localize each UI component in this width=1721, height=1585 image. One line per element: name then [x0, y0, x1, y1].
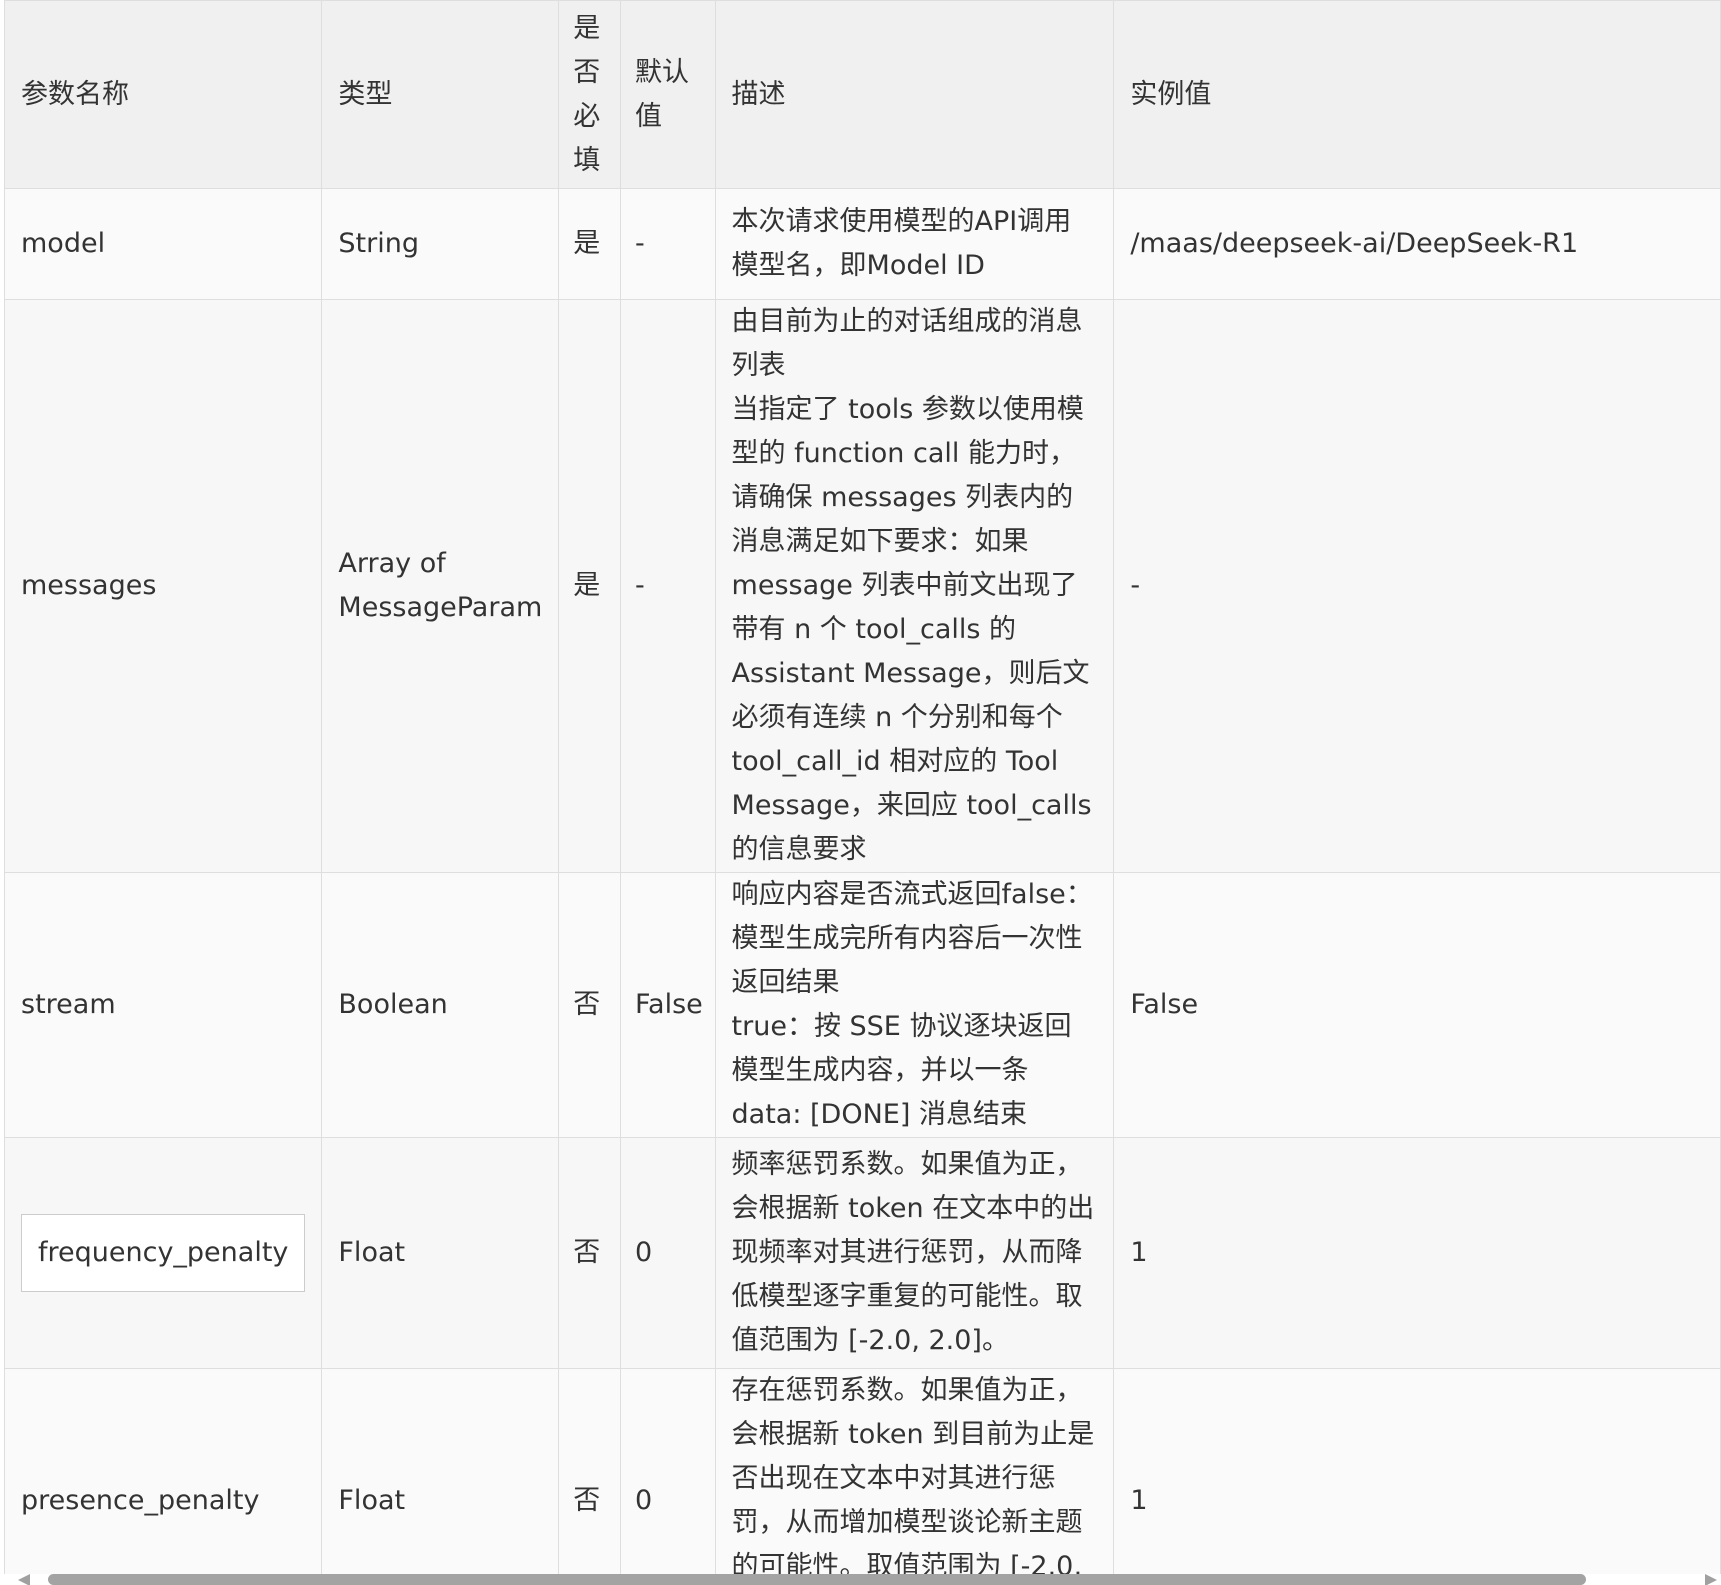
- cell-type: String: [321, 188, 560, 300]
- cell-description: 响应内容是否流式返回false：模型生成完所有内容后一次性返回结果 true：按…: [714, 872, 1115, 1138]
- header-required: 是否必填: [558, 0, 621, 189]
- table-row: model String 是 - 本次请求使用模型的API调用模型名，即Mode…: [3, 188, 1721, 300]
- param-name-chip: frequency_penalty: [21, 1214, 306, 1292]
- header-param-name: 参数名称: [3, 0, 323, 189]
- cell-param-name: messages: [3, 299, 323, 873]
- cell-example: /maas/deepseek-ai/DeepSeek-R1: [1113, 188, 1721, 300]
- header-type: 类型: [321, 0, 560, 189]
- cell-example: -: [1113, 299, 1721, 873]
- cell-param-name: frequency_penalty: [3, 1137, 323, 1369]
- cell-type: Float: [321, 1137, 560, 1369]
- scrollbar-thumb[interactable]: [48, 1574, 1586, 1585]
- header-description: 描述: [714, 0, 1115, 189]
- table-row: frequency_penalty Float 否 0 频率惩罚系数。如果值为正…: [3, 1137, 1721, 1369]
- table-row: presence_penalty Float 否 0 存在惩罚系数。如果值为正，…: [3, 1368, 1721, 1585]
- table-body: model String 是 - 本次请求使用模型的API调用模型名，即Mode…: [3, 188, 1721, 1585]
- cell-default: False: [620, 872, 716, 1138]
- cell-description: 频率惩罚系数。如果值为正，会根据新 token 在文本中的出现频率对其进行惩罚，…: [714, 1137, 1115, 1369]
- cell-required: 否: [558, 1137, 621, 1369]
- table-header: 参数名称 类型 是否必填 默认值 描述 实例值: [3, 0, 1721, 189]
- cell-param-name: presence_penalty: [3, 1368, 323, 1585]
- cell-type: Array of MessageParam: [321, 299, 560, 873]
- cell-example: 1: [1113, 1368, 1721, 1585]
- cell-example: False: [1113, 872, 1721, 1138]
- cell-required: 是: [558, 299, 621, 873]
- cell-description: 本次请求使用模型的API调用模型名，即Model ID: [714, 188, 1115, 300]
- cell-example: 1: [1113, 1137, 1721, 1369]
- cell-default: -: [620, 299, 716, 873]
- table-row: stream Boolean 否 False 响应内容是否流式返回false：模…: [3, 872, 1721, 1138]
- cell-param-name: model: [3, 188, 323, 300]
- cell-default: 0: [620, 1137, 716, 1369]
- table-row: messages Array of MessageParam 是 - 由目前为止…: [3, 299, 1721, 873]
- header-default: 默认值: [620, 0, 716, 189]
- cell-param-name: stream: [3, 872, 323, 1138]
- triangle-left-icon[interactable]: [18, 1574, 30, 1585]
- cell-required: 是: [558, 188, 621, 300]
- header-row: 参数名称 类型 是否必填 默认值 描述 实例值: [3, 0, 1721, 189]
- cell-default: -: [620, 188, 716, 300]
- cell-description: 存在惩罚系数。如果值为正，会根据新 token 到目前为止是否出现在文本中对其进…: [714, 1368, 1115, 1585]
- cell-required: 否: [558, 872, 621, 1138]
- cell-type: Float: [321, 1368, 560, 1585]
- parameters-table: 参数名称 类型 是否必填 默认值 描述 实例值 model String 是 -…: [3, 0, 1721, 1585]
- cell-description: 由目前为止的对话组成的消息列表 当指定了 tools 参数以使用模型的 func…: [714, 299, 1115, 873]
- cell-required: 否: [558, 1368, 621, 1585]
- cell-type: Boolean: [321, 872, 560, 1138]
- horizontal-scrollbar[interactable]: [0, 1574, 1721, 1585]
- header-example: 实例值: [1113, 0, 1721, 189]
- triangle-right-icon[interactable]: [1705, 1574, 1717, 1585]
- cell-default: 0: [620, 1368, 716, 1585]
- table-viewport: 参数名称 类型 是否必填 默认值 描述 实例值 model String 是 -…: [0, 0, 1721, 1585]
